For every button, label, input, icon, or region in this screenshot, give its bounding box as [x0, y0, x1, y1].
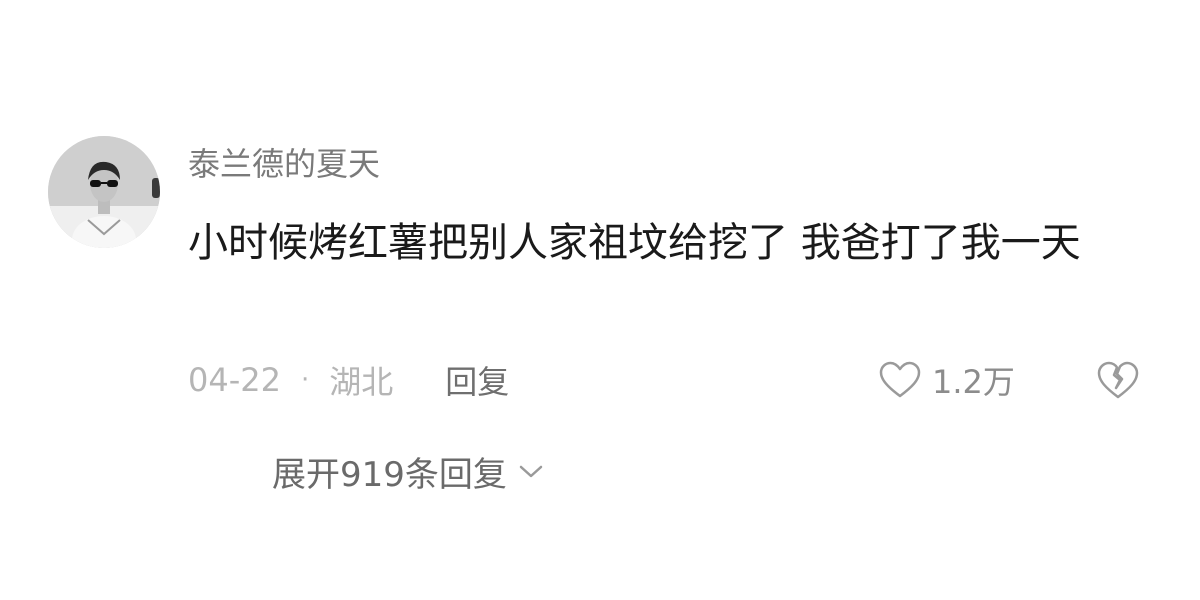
- comment-date: 04-22: [188, 361, 281, 399]
- username[interactable]: 泰兰德的夏天: [188, 142, 380, 186]
- chevron-down-icon: [517, 461, 545, 481]
- user-avatar[interactable]: [48, 136, 160, 248]
- expand-replies-button[interactable]: 展开919条回复: [272, 446, 545, 496]
- comment-location: 湖北: [329, 363, 394, 401]
- like-button[interactable]: 1.2万: [878, 356, 1015, 404]
- comment-meta: 04-22 · 湖北 回复: [188, 356, 509, 404]
- dislike-button[interactable]: [1096, 358, 1140, 402]
- heart-outline-icon: [879, 361, 921, 398]
- comment-text: 小时候烤红薯把别人家祖坟给挖了 我爸打了我一天: [188, 220, 1081, 266]
- meta-separator: ·: [300, 365, 310, 395]
- reply-button[interactable]: 回复: [445, 357, 509, 403]
- like-count: 1.2万: [932, 363, 1015, 401]
- comment-card: 泰兰德的夏天 小时候烤红薯把别人家祖坟给挖了 我爸打了我一天 04-22 · 湖…: [0, 0, 1200, 600]
- broken-heart-icon: [1097, 361, 1139, 399]
- expand-replies-label: 展开919条回复: [272, 454, 507, 495]
- avatar-photo-icon: [48, 136, 160, 248]
